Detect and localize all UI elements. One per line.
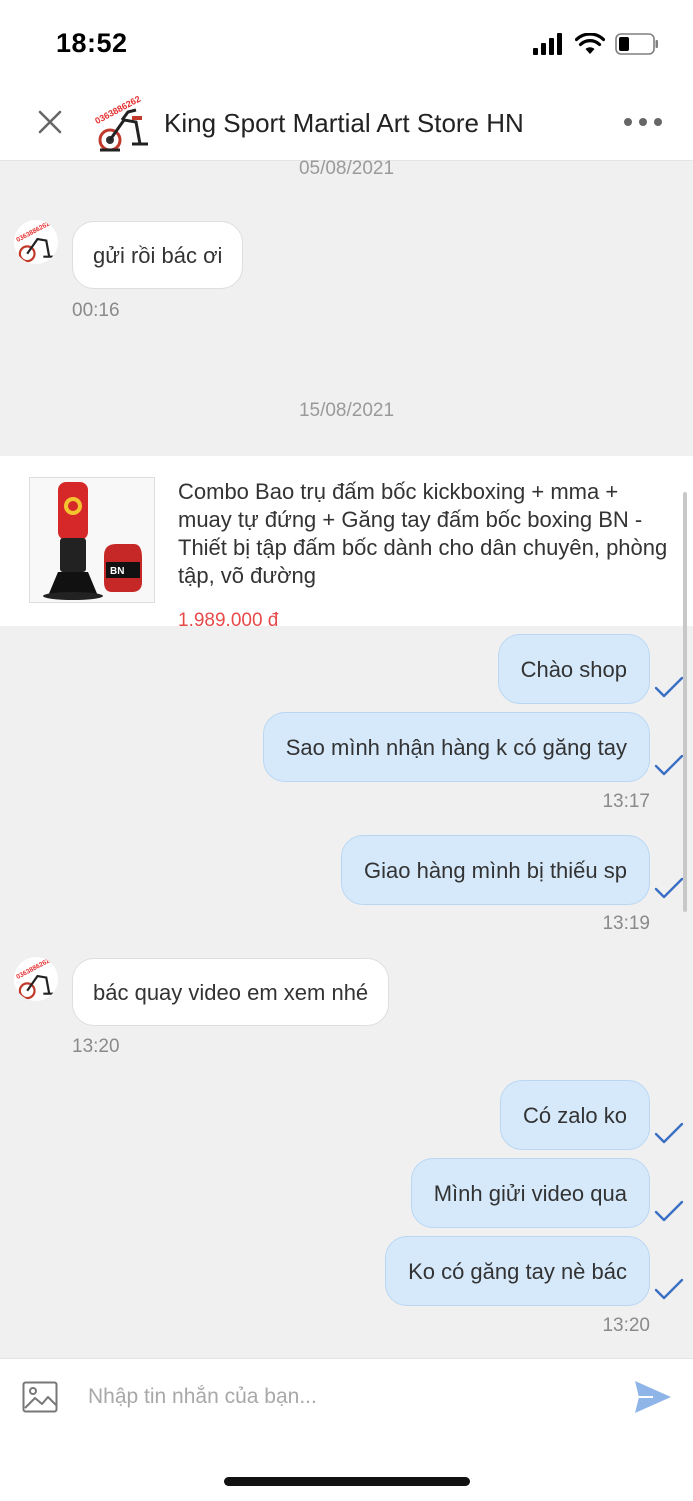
more-horizontal-icon: [624, 118, 662, 126]
battery-icon: [615, 33, 658, 55]
message-time: 13:17: [602, 791, 650, 812]
shop-name[interactable]: King Sport Martial Art Store HN: [164, 108, 524, 139]
close-button[interactable]: [34, 106, 66, 138]
svg-text:BN: BN: [110, 566, 124, 577]
message-input[interactable]: [78, 1375, 618, 1419]
status-time: 18:52: [56, 28, 128, 58]
product-price: 1.989.000 đ: [178, 610, 279, 626]
status-bar: 18:52: [0, 0, 693, 88]
sent-check-icon: [654, 1278, 684, 1300]
attach-image-button[interactable]: [22, 1381, 58, 1413]
close-icon: [38, 110, 62, 134]
shop-avatar[interactable]: 0363886262: [92, 94, 152, 154]
chat-scrollbar[interactable]: [683, 492, 687, 912]
outgoing-message: Chào shop: [497, 634, 650, 704]
sent-check-icon: [654, 1122, 684, 1144]
sent-check-icon: [654, 676, 684, 698]
product-image: BN: [29, 477, 155, 603]
send-button[interactable]: [633, 1379, 673, 1415]
wifi-icon: [575, 33, 605, 54]
outgoing-message: Có zalo ko: [500, 1080, 650, 1150]
outgoing-message: Sao mình nhận hàng k có găng tay: [262, 712, 650, 782]
punching-bag-image: BN: [43, 482, 142, 600]
exercise-bike-logo: 0363886262: [15, 220, 56, 263]
signal-icon: [533, 33, 562, 55]
outgoing-message: Giao hàng mình bị thiếu sp: [341, 835, 650, 905]
message-input-bar: [0, 1358, 693, 1501]
chat-header: 0363886262 King Sport Martial Art Store …: [0, 88, 693, 161]
message-time: 00:16: [72, 300, 120, 321]
exercise-bike-logo: 0363886262: [15, 957, 56, 1000]
image-icon: [22, 1381, 58, 1413]
home-indicator[interactable]: [224, 1477, 470, 1486]
status-icons: [533, 30, 659, 58]
sent-check-icon: [654, 754, 684, 776]
product-card[interactable]: BN Combo Bao trụ đấm bốc kickboxing + mm…: [0, 456, 693, 626]
product-title[interactable]: Combo Bao trụ đấm bốc kickboxing + mma +…: [178, 478, 673, 590]
message-time: 13:20: [72, 1036, 120, 1057]
sent-check-icon: [654, 1200, 684, 1222]
shop-message-avatar: 0363886262: [14, 220, 58, 264]
incoming-message: bác quay video em xem nhé: [72, 958, 390, 1026]
shop-message-avatar: 0363886262: [14, 957, 58, 1001]
sent-check-icon: [654, 877, 684, 899]
more-options-button[interactable]: [623, 110, 663, 134]
date-separator: 05/08/2021: [298, 158, 395, 179]
outgoing-message: Ko có găng tay nè bác: [385, 1236, 650, 1306]
date-separator: 15/08/2021: [298, 400, 395, 421]
send-icon: [635, 1381, 671, 1413]
message-time: 13:20: [602, 1315, 650, 1336]
exercise-bike-logo: 0363886262: [93, 94, 148, 152]
outgoing-message: Mình giửi video qua: [410, 1158, 650, 1228]
message-time: 13:19: [602, 913, 650, 934]
incoming-message: gửi rồi bác ơi: [72, 221, 244, 289]
